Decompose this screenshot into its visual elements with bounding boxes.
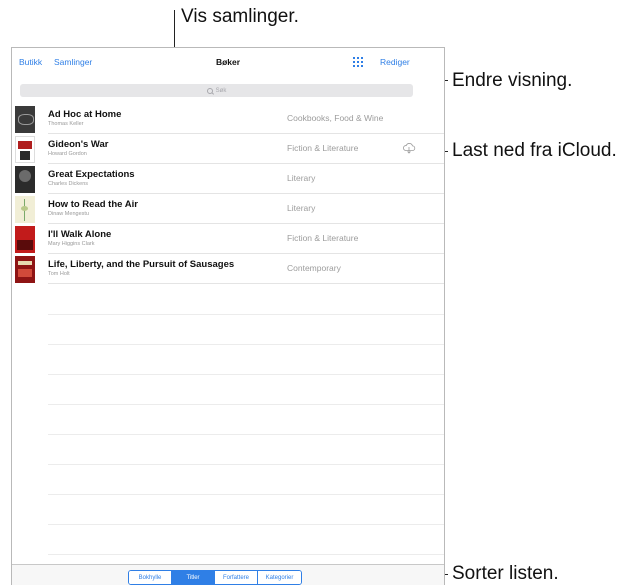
book-title: I'll Walk Alone [48, 229, 112, 240]
book-category: Contemporary [287, 263, 341, 273]
book-author: Thomas Keller [48, 121, 84, 127]
icloud-download-icon[interactable] [402, 142, 416, 154]
book-author: Charles Dickens [48, 181, 89, 187]
search-icon [206, 87, 213, 94]
book-author: Tom Holt [48, 271, 70, 277]
book-category: Literary [287, 173, 316, 183]
book-category: Fiction & Literature [287, 143, 359, 153]
book-cover [15, 226, 35, 253]
row-divider [48, 283, 444, 284]
book-cover [15, 106, 35, 133]
book-title: Great Expectations [48, 169, 135, 180]
tab-titles[interactable]: Titler [172, 571, 215, 584]
book-row[interactable]: How to Read the Air Dinaw Mengestu Liter… [12, 194, 444, 224]
book-author: Dinaw Mengestu [48, 211, 89, 217]
book-category: Literary [287, 203, 316, 213]
callout-download-icloud: Last ned fra iCloud. [452, 140, 617, 161]
callout-sort-list: Sorter listen. [452, 563, 559, 584]
sort-segmented-control: Bokhylle Titler Forfattere Kategorier [128, 570, 302, 585]
book-cover [15, 256, 35, 283]
book-cover [15, 166, 35, 193]
books-app-screen: Butikk Samlinger Bøker Rediger Søk Ad Ho… [11, 47, 445, 585]
book-row[interactable]: I'll Walk Alone Mary Higgins Clark Ficti… [12, 224, 444, 254]
empty-row-divider [48, 404, 444, 405]
callout-change-view: Endre visning. [452, 70, 573, 91]
book-row[interactable]: Ad Hoc at Home Thomas Keller Cookbooks, … [12, 104, 444, 134]
book-row[interactable]: Gideon's War Howard Gordon Fiction & Lit… [12, 134, 444, 164]
book-row[interactable]: Great Expectations Charles Dickens Liter… [12, 164, 444, 194]
empty-row-divider [48, 314, 444, 315]
search-field[interactable]: Søk [20, 84, 413, 97]
book-title: How to Read the Air [48, 199, 138, 210]
book-title: Life, Liberty, and the Pursuit of Sausag… [48, 259, 235, 270]
empty-row-divider [48, 344, 444, 345]
book-author: Howard Gordon [48, 151, 87, 157]
book-row[interactable]: Life, Liberty, and the Pursuit of Sausag… [12, 254, 444, 284]
book-title: Gideon's War [48, 139, 109, 150]
tab-authors[interactable]: Forfattere [215, 571, 258, 584]
search-placeholder: Søk [215, 87, 227, 94]
book-title: Ad Hoc at Home [48, 109, 122, 120]
empty-row-divider [48, 434, 444, 435]
tab-bookshelf[interactable]: Bokhylle [129, 571, 172, 584]
empty-row-divider [48, 464, 444, 465]
empty-row-divider [48, 374, 444, 375]
book-cover [15, 136, 35, 163]
empty-row-divider [48, 554, 444, 555]
callout-show-collections: Vis samlinger. [181, 6, 299, 27]
bottom-toolbar: Bokhylle Titler Forfattere Kategorier [12, 564, 444, 585]
book-cover [15, 196, 35, 223]
navigation-bar: Butikk Samlinger Bøker Rediger [12, 48, 444, 78]
book-author: Mary Higgins Clark [48, 241, 95, 247]
edit-button[interactable]: Rediger [380, 57, 410, 67]
book-category: Fiction & Literature [287, 233, 359, 243]
empty-row-divider [48, 524, 444, 525]
grid-view-icon[interactable] [353, 57, 364, 68]
tab-categories[interactable]: Kategorier [258, 571, 301, 584]
book-category: Cookbooks, Food & Wine [287, 113, 384, 123]
empty-row-divider [48, 494, 444, 495]
